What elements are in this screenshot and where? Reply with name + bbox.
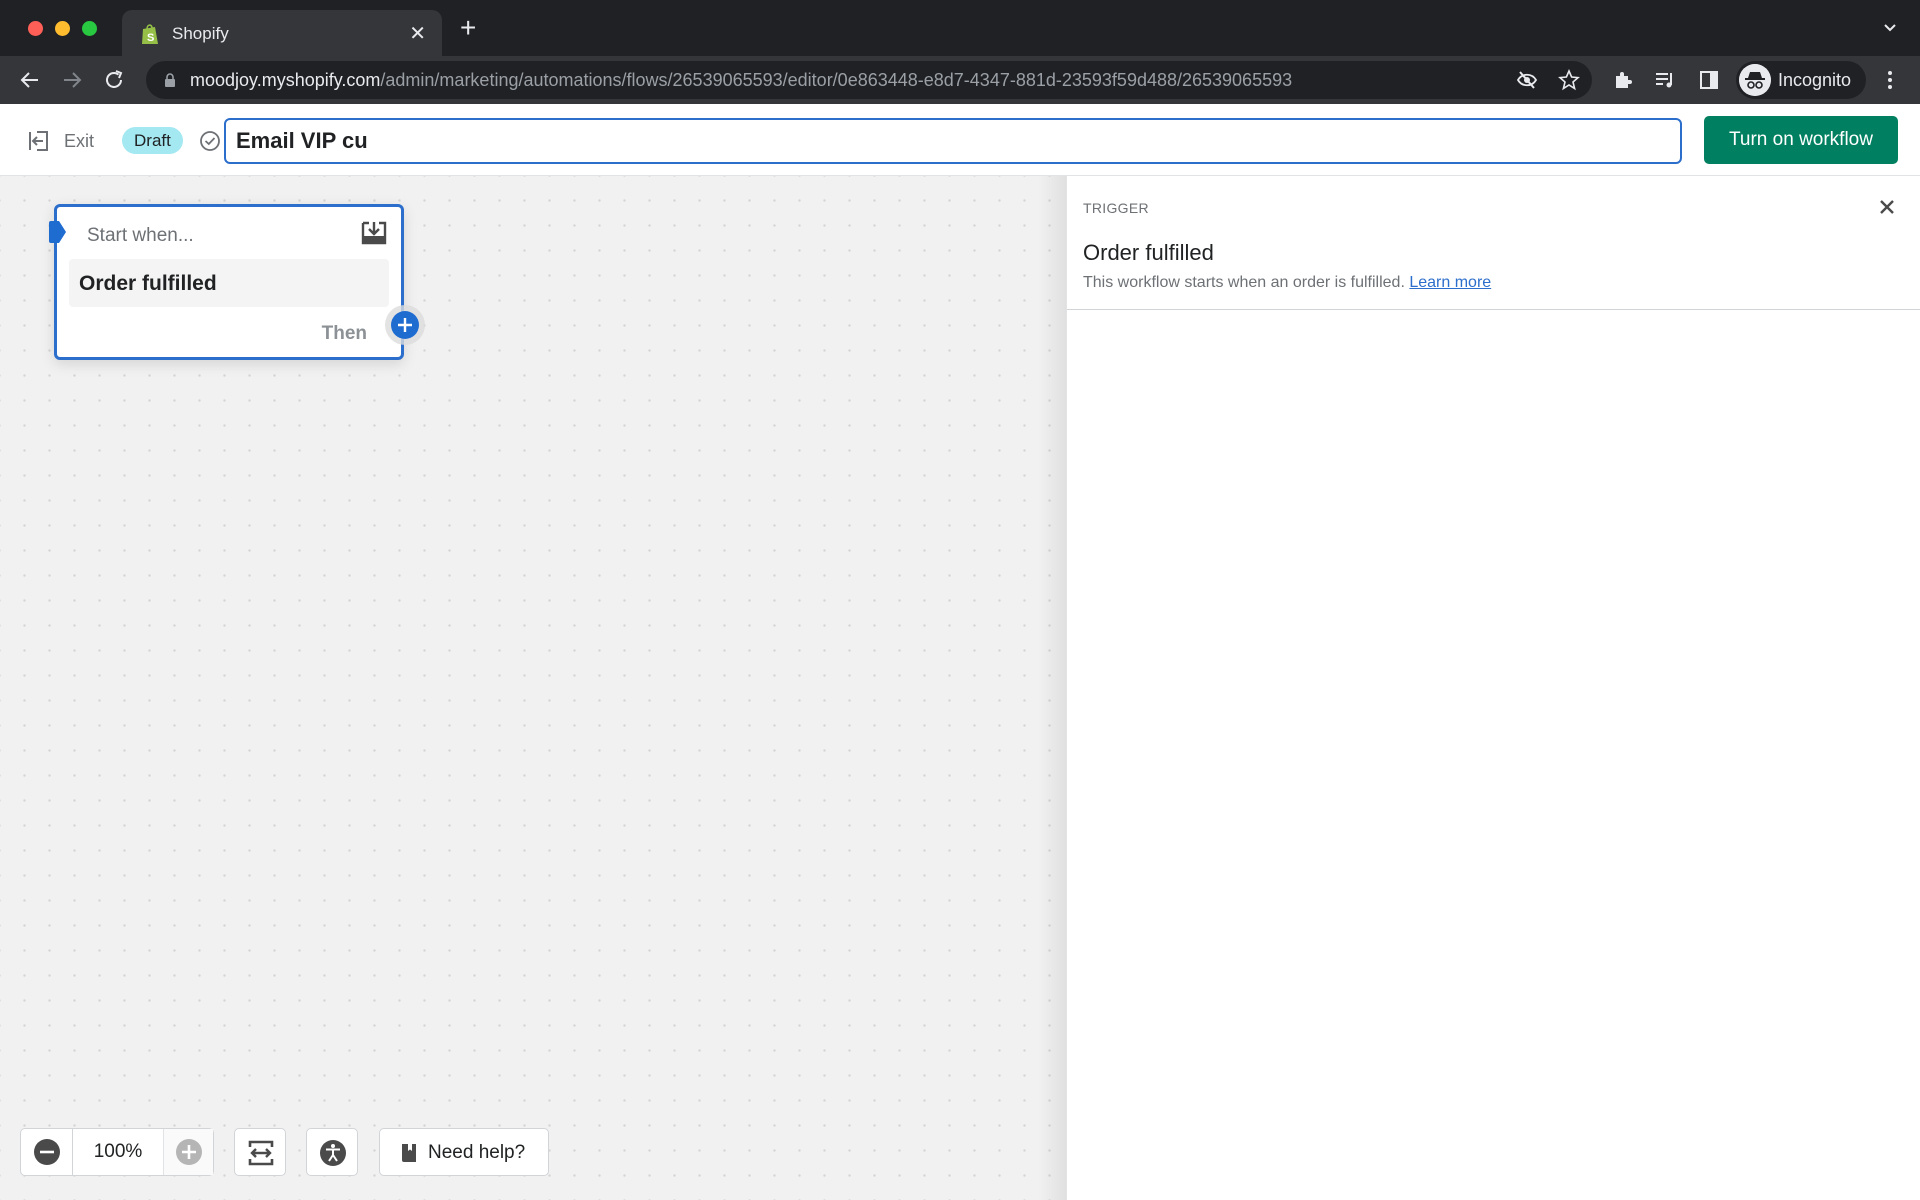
- need-help-button[interactable]: Need help?: [379, 1128, 549, 1176]
- extensions-puzzle-icon[interactable]: [1612, 69, 1634, 91]
- node-event-label: Order fulfilled: [79, 272, 217, 295]
- browser-toolbar: moodjoy.myshopify.com/admin/marketing/au…: [0, 56, 1920, 104]
- window-close-button[interactable]: [28, 21, 43, 36]
- book-icon: [402, 1144, 416, 1162]
- fit-to-screen-button[interactable]: [234, 1128, 286, 1176]
- panel-description-text: This workflow starts when an order is fu…: [1083, 274, 1405, 291]
- window-maximize-button[interactable]: [82, 21, 97, 36]
- add-step-button[interactable]: [391, 311, 419, 339]
- address-bar[interactable]: moodjoy.myshopify.com/admin/marketing/au…: [146, 61, 1592, 99]
- node-heading: Start when...: [87, 225, 194, 246]
- url-path: /admin/marketing/automations/flows/26539…: [380, 70, 1293, 90]
- forward-arrow-icon[interactable]: [60, 68, 84, 92]
- minus-circle-icon: [34, 1139, 60, 1165]
- eye-slash-icon[interactable]: [1516, 69, 1538, 91]
- browser-tab-active[interactable]: S Shopify ✕: [122, 10, 442, 56]
- incognito-label: Incognito: [1778, 70, 1852, 90]
- side-panel-icon[interactable]: [1698, 69, 1720, 91]
- incognito-icon: [1739, 64, 1771, 96]
- url-text[interactable]: moodjoy.myshopify.com/admin/marketing/au…: [190, 70, 1292, 91]
- exit-icon: [29, 131, 48, 151]
- editor-header: Exit Draft Turn on workflow: [0, 104, 1920, 176]
- zoom-level: 100%: [93, 1141, 143, 1162]
- trigger-node[interactable]: Start when... Order fulfilled Then: [49, 204, 419, 360]
- zoom-out-button[interactable]: [21, 1129, 73, 1175]
- close-icon[interactable]: [1876, 196, 1898, 218]
- media-control-icon[interactable]: [1654, 69, 1676, 91]
- plus-circle-icon: [176, 1139, 202, 1165]
- trigger-inbox-icon: [361, 221, 387, 245]
- turn-on-workflow-button[interactable]: Turn on workflow: [1704, 116, 1898, 164]
- panel-shadow: [1038, 176, 1066, 1200]
- panel-description: This workflow starts when an order is fu…: [1083, 274, 1491, 292]
- browser-menu-icon[interactable]: [1884, 69, 1896, 91]
- exit-button[interactable]: Exit: [28, 128, 94, 154]
- node-connector-marker-icon: [49, 221, 66, 243]
- lock-icon: [165, 73, 175, 87]
- workflow-name-input[interactable]: [224, 118, 1682, 164]
- svg-text:S: S: [147, 32, 154, 44]
- workflow-canvas[interactable]: Start when... Order fulfilled Then 100% …: [0, 176, 1066, 1200]
- incognito-profile-button[interactable]: Incognito: [1736, 61, 1866, 99]
- accessibility-icon: [320, 1140, 346, 1166]
- node-event-card: Order fulfilled: [69, 259, 389, 307]
- url-host: moodjoy.myshopify.com: [190, 70, 381, 90]
- zoom-controls: 100%: [20, 1128, 214, 1176]
- browser-tab-bar: S Shopify ✕ +: [0, 0, 1920, 56]
- window-minimize-button[interactable]: [55, 21, 70, 36]
- panel-eyebrow: TRIGGER: [1083, 200, 1149, 216]
- reload-icon[interactable]: [102, 68, 126, 92]
- back-arrow-icon[interactable]: [18, 68, 42, 92]
- exit-label: Exit: [64, 130, 95, 151]
- zoom-in-button[interactable]: [163, 1129, 213, 1175]
- check-circle-icon: [200, 131, 220, 151]
- panel-divider: [1067, 309, 1920, 310]
- tab-title: Shopify: [172, 24, 229, 43]
- accessibility-button[interactable]: [306, 1128, 358, 1176]
- tab-search-chevron-icon[interactable]: [1882, 20, 1898, 36]
- plus-icon: [398, 318, 412, 332]
- trigger-details-panel: TRIGGER Order fulfilled This workflow st…: [1066, 176, 1920, 1200]
- tab-close-icon[interactable]: ✕: [409, 21, 426, 46]
- need-help-label: Need help?: [428, 1142, 526, 1163]
- node-then-label: Then: [321, 323, 367, 344]
- learn-more-link[interactable]: Learn more: [1409, 274, 1491, 291]
- panel-title: Order fulfilled: [1083, 240, 1214, 265]
- status-badge: Draft: [122, 127, 183, 154]
- new-tab-button[interactable]: +: [460, 14, 476, 42]
- bookmark-star-icon[interactable]: [1558, 69, 1580, 91]
- flow-editor: Exit Draft Turn on workflow Start when..…: [0, 104, 1920, 1200]
- fit-screen-icon: [248, 1140, 274, 1166]
- shopify-logo-icon: S: [142, 24, 158, 44]
